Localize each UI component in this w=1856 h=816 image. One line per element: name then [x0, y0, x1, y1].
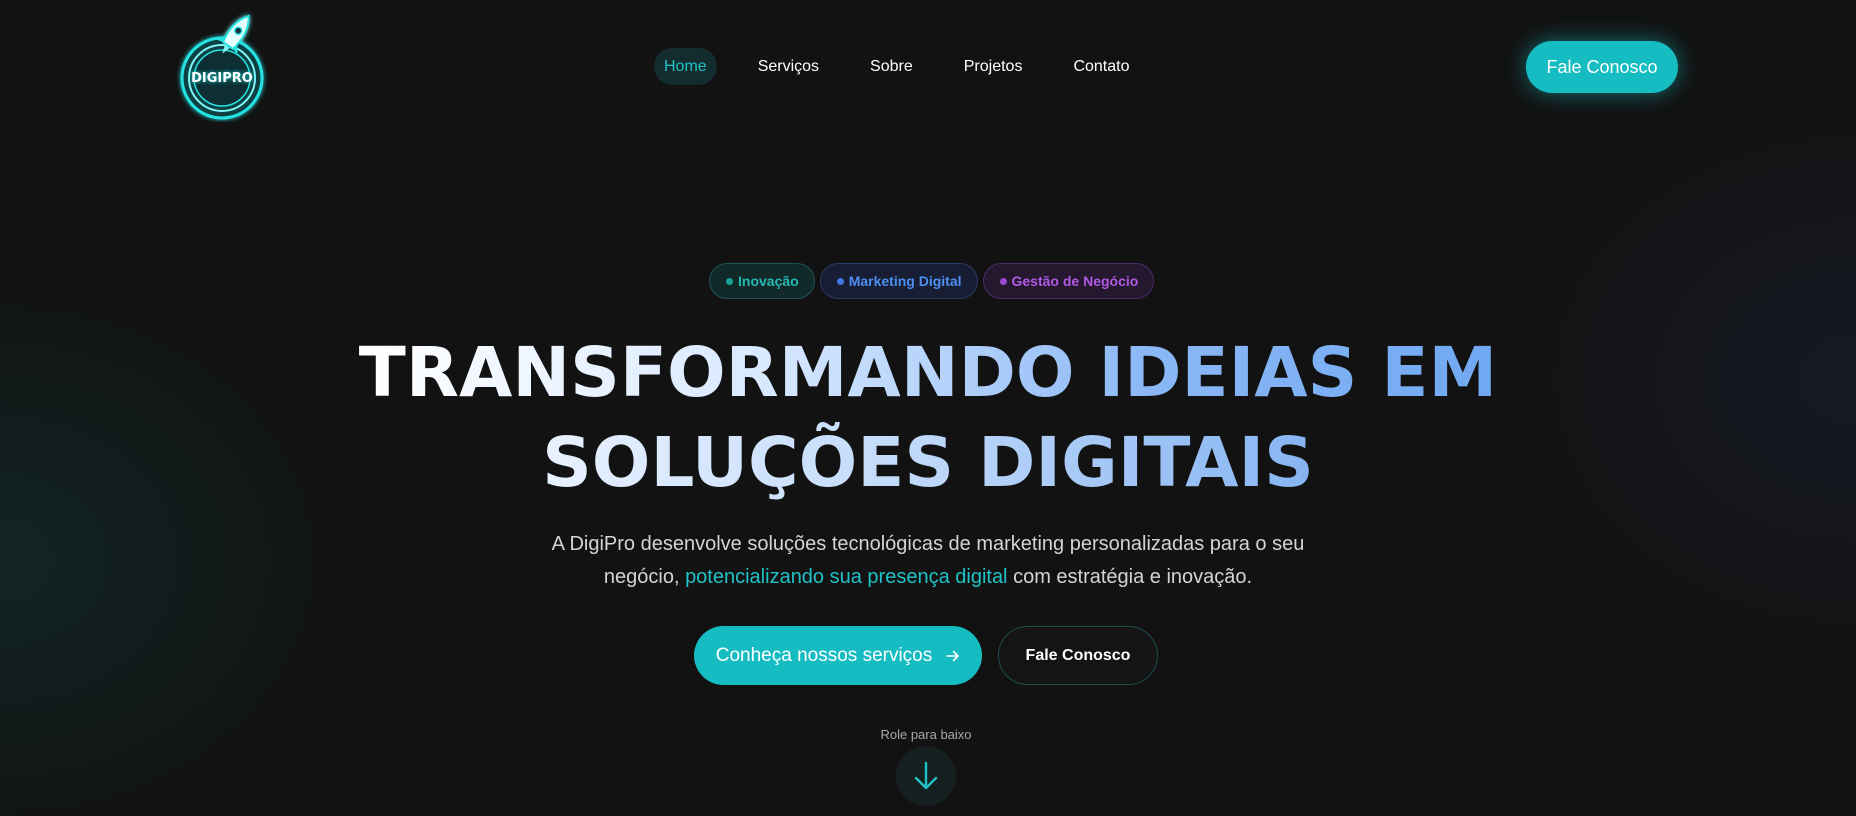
tag-label: Inovação — [738, 273, 799, 289]
tag-label: Gestão de Negócio — [1011, 273, 1139, 289]
tag-dot-icon — [999, 277, 1007, 285]
logo-text: DIGIPRO — [191, 71, 253, 86]
scroll-hint-label: Role para baixo — [880, 727, 972, 742]
hero-description: A DigiPro desenvolve soluções tecnológic… — [528, 528, 1328, 594]
nav-item-contato[interactable]: Contato — [1063, 48, 1139, 85]
description-highlight: potencializando sua presença digital — [685, 566, 1008, 588]
digipro-logo[interactable]: DIGIPRO — [172, 10, 272, 122]
services-button-label: Conheça nossos serviços — [715, 644, 933, 666]
tag-label: Marketing Digital — [848, 273, 962, 289]
arrow-down-icon — [914, 761, 938, 790]
main-nav: Home Serviços Sobre Projetos Contato — [654, 48, 1171, 85]
page: DIGIPRO Home Serviços Sobre Projetos Con… — [0, 0, 1856, 816]
hero-headline: TRANSFORMANDO IDEIAS EM SOLUÇÕES DIGITAI… — [0, 328, 1856, 508]
tag-dot-icon — [726, 277, 733, 285]
rocket-logo-icon — [180, 14, 264, 120]
contact-button[interactable]: Fale Conosco — [998, 626, 1158, 685]
nav-item-sobre[interactable]: Sobre — [860, 48, 923, 85]
nav-item-projetos[interactable]: Projetos — [954, 48, 1033, 85]
hero-tags: Inovação Marketing Digital Gestão de Neg… — [709, 263, 1155, 299]
description-text-end: com estratégia e inovação. — [1007, 566, 1253, 588]
tag-marketing-digital: Marketing Digital — [819, 263, 978, 299]
tag-gestao-de-negocio: Gestão de Negócio — [982, 263, 1155, 299]
nav-item-servicos[interactable]: Serviços — [748, 48, 829, 85]
scroll-down-button[interactable] — [896, 746, 956, 806]
header-contact-button[interactable]: Fale Conosco — [1526, 41, 1678, 93]
tag-dot-icon — [836, 277, 844, 285]
services-button[interactable]: Conheça nossos serviços — [694, 626, 982, 685]
headline-line-1: TRANSFORMANDO IDEIAS EM — [359, 328, 1497, 418]
tag-inovacao: Inovação — [709, 263, 815, 299]
nav-item-home[interactable]: Home — [654, 48, 717, 85]
arrow-right-icon — [946, 650, 960, 661]
headline-line-2: SOLUÇÕES DIGITAIS — [542, 418, 1314, 508]
